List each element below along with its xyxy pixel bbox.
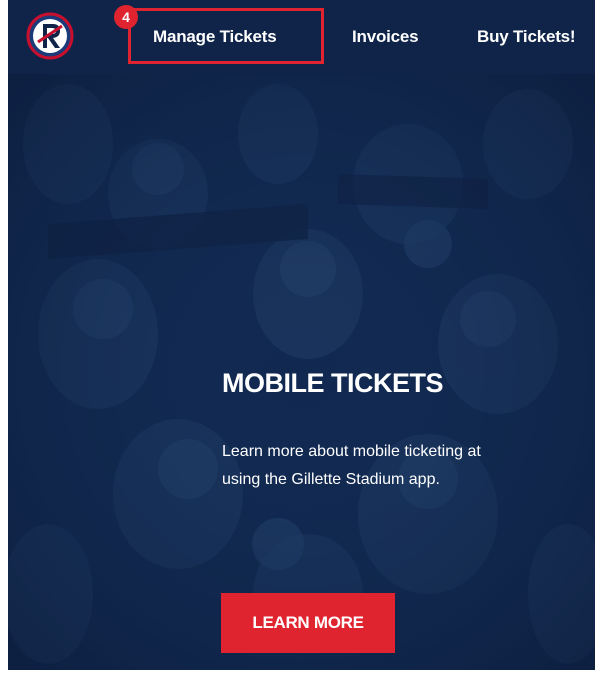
hero-description: Learn more about mobile ticketing at usi… — [222, 438, 594, 494]
hero-description-line-1: Learn more about mobile ticketing at — [222, 443, 481, 460]
step-highlight-box — [128, 8, 324, 64]
nav-buy-tickets[interactable]: Buy Tickets! — [477, 27, 576, 47]
learn-more-button[interactable]: LEARN MORE — [221, 593, 395, 653]
hero-description-line-2: using the Gillette Stadium app. — [222, 471, 440, 488]
hero-title: MOBILE TICKETS — [222, 368, 444, 398]
revolution-r-crest-icon[interactable] — [26, 12, 74, 60]
page-frame: Manage Tickets Invoices Buy Tickets! 4 M… — [8, 0, 595, 670]
nav-invoices[interactable]: Invoices — [352, 27, 419, 47]
step-number-badge: 4 — [114, 5, 138, 29]
hero-banner: MOBILE TICKETS Learn more about mobile t… — [8, 74, 595, 670]
